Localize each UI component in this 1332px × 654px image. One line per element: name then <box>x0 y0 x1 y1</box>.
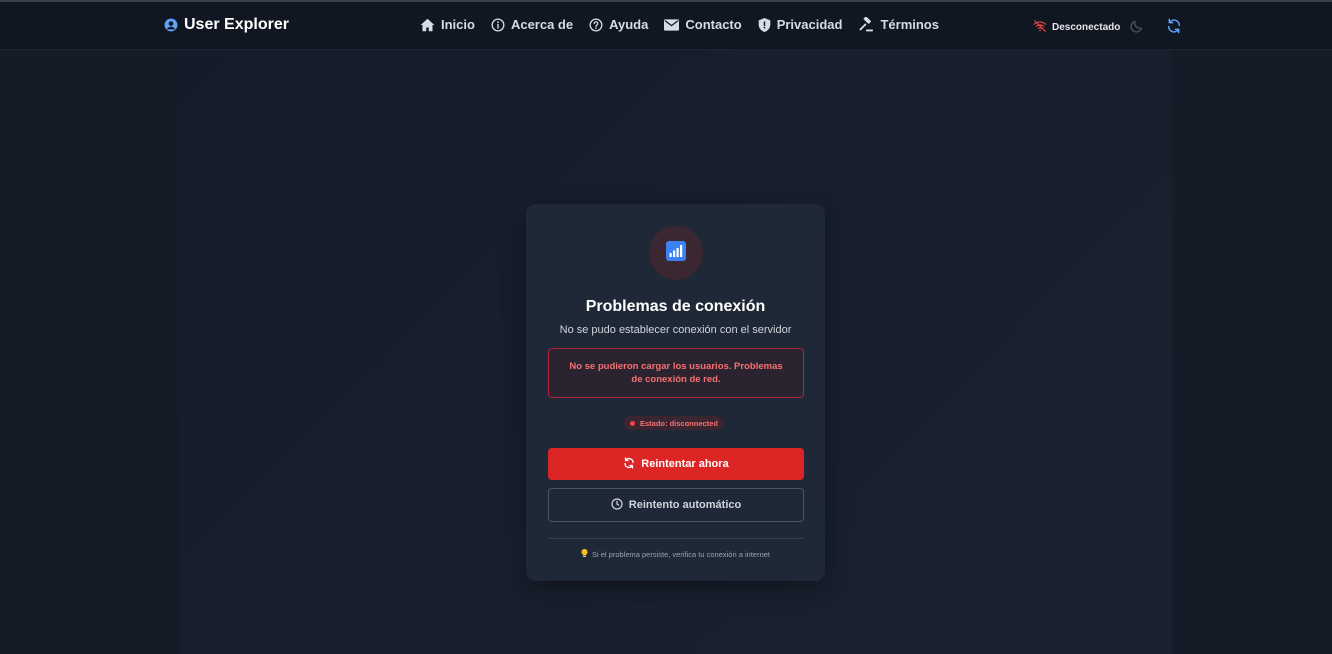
nav-link-label: Contacto <box>685 17 742 32</box>
main-nav: Inicio Acerca de Ayuda Contacto Privacid… <box>420 17 939 32</box>
gavel-icon <box>858 17 874 32</box>
error-message-text: No se pudieron cargar los usuarios. Prob… <box>569 361 783 385</box>
nav-link-label: Acerca de <box>510 17 574 32</box>
hint-label: Si el problema persiste, verifica tu con… <box>591 550 770 559</box>
user-circle-icon <box>164 18 178 32</box>
navbar: User Explorer Inicio Acerca de Ayuda Con… <box>0 2 1332 50</box>
nav-link-contacto[interactable]: Contacto <box>664 17 742 32</box>
retry-now-button[interactable]: Reintentar ahora <box>548 448 804 480</box>
connection-status: Desconectado <box>1033 20 1120 35</box>
card-subtitle: No se pudo establecer conexión con el se… <box>559 324 792 336</box>
nav-link-privacidad[interactable]: Privacidad <box>758 17 843 32</box>
error-message: No se pudieron cargar los usuarios. Prob… <box>548 348 804 398</box>
info-icon <box>491 18 505 32</box>
moon-icon <box>1129 20 1144 38</box>
brand-title: User Explorer <box>184 16 289 33</box>
wifi-off-icon <box>1033 20 1047 35</box>
refresh-icon <box>623 456 635 472</box>
nav-link-terminos[interactable]: Términos <box>858 17 939 32</box>
refresh-icon <box>1166 18 1182 38</box>
card-title: Problemas de conexión <box>585 298 766 315</box>
nav-link-acerca[interactable]: Acerca de <box>491 17 573 32</box>
mail-icon <box>664 18 680 31</box>
nav-link-label: Inicio <box>441 17 475 32</box>
hint-text: Si el problema persiste, verifica tu con… <box>526 548 825 560</box>
brand[interactable]: User Explorer <box>164 16 289 34</box>
nav-link-label: Privacidad <box>776 17 843 32</box>
connection-status-label: Desconectado <box>1052 22 1121 33</box>
auto-retry-button[interactable]: Reintento automático <box>548 488 804 522</box>
nav-link-ayuda[interactable]: Ayuda <box>589 17 648 32</box>
connection-error-card: Problemas de conexión No se pudo estable… <box>526 204 825 581</box>
status-dot <box>630 420 635 426</box>
status-label: Estado: disconnected <box>640 418 718 428</box>
theme-toggle-button[interactable] <box>1129 19 1144 39</box>
refresh-button[interactable] <box>1166 18 1182 39</box>
nav-link-label: Términos <box>880 17 939 32</box>
signal-bars-icon <box>666 240 686 266</box>
shield-icon <box>758 17 771 32</box>
retry-now-label: Reintentar ahora <box>641 458 729 470</box>
auto-retry-label: Reintento automático <box>628 499 742 511</box>
divider <box>548 538 804 539</box>
lightbulb-icon <box>581 548 588 560</box>
error-icon-container <box>649 226 703 280</box>
nav-link-label: Ayuda <box>609 17 649 32</box>
status-badge: Estado: disconnected <box>624 416 724 430</box>
nav-link-inicio[interactable]: Inicio <box>420 17 475 32</box>
clock-icon <box>611 497 623 513</box>
home-icon <box>420 18 435 32</box>
help-icon <box>589 18 603 32</box>
